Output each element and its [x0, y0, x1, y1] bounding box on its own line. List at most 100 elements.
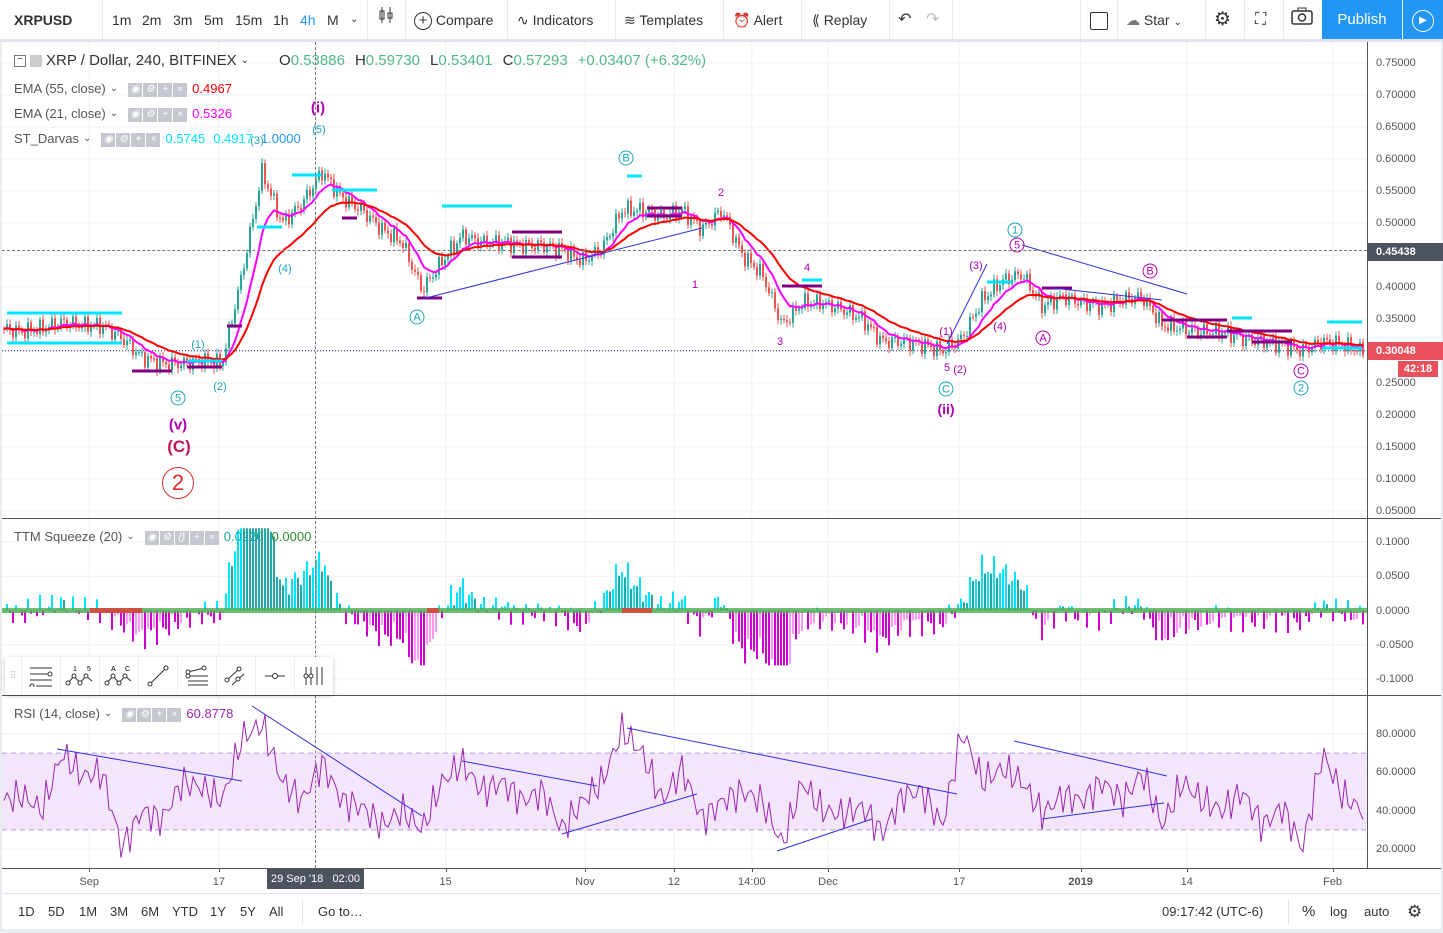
scale-settings-gear-icon[interactable]: ⚙	[1407, 894, 1422, 930]
wave-label[interactable]: (i)	[311, 100, 325, 117]
gear-icon[interactable]: ⚙	[143, 108, 158, 122]
parallel-channel-tool-icon[interactable]	[216, 657, 255, 695]
auto-toggle[interactable]: auto	[1364, 894, 1389, 930]
plus-icon[interactable]: +	[189, 531, 204, 545]
study-name[interactable]: EMA (21, close)	[14, 106, 106, 121]
range-1M[interactable]: 1M	[79, 894, 97, 930]
wave-label[interactable]: 4	[804, 262, 810, 274]
range-3M[interactable]: 3M	[110, 894, 128, 930]
range-YTD[interactable]: YTD	[172, 894, 198, 930]
interval-4h[interactable]: 4h	[300, 0, 316, 39]
range-5Y[interactable]: 5Y	[240, 894, 256, 930]
study-ttm[interactable]: TTM Squeeze (20) ⌄ ◉ ⚙{} + × 0.0220 0.0000	[14, 528, 311, 545]
close-icon[interactable]: ×	[173, 83, 188, 97]
wave-label[interactable]: (2)	[213, 381, 226, 393]
gear-icon[interactable]: ⚙	[143, 83, 158, 97]
plus-icon[interactable]: +	[152, 708, 167, 722]
eye-icon[interactable]: ◉	[122, 708, 137, 722]
horizontal-lines-tool-icon[interactable]	[21, 657, 60, 695]
study-ema55[interactable]: EMA (55, close) ⌄ ◉ ⚙ + × 0.4967	[14, 80, 232, 97]
interval-1h[interactable]: 1h	[273, 0, 289, 39]
elliott-correction-tool-icon[interactable]: AC	[99, 657, 138, 695]
close-icon[interactable]: ×	[204, 531, 219, 545]
wave-label[interactable]: (1)	[191, 339, 204, 351]
interval-chevron-down-icon[interactable]: ⌄	[350, 0, 358, 39]
rsi-axis[interactable]: 80.0000 60.0000 40.0000 20.0000	[1367, 696, 1443, 868]
study-name[interactable]: ST_Darvas	[14, 131, 79, 146]
plus-icon[interactable]: +	[158, 108, 173, 122]
range-All[interactable]: All	[269, 894, 283, 930]
wave-label[interactable]: (v)	[169, 417, 187, 434]
interval-3m[interactable]: 3m	[173, 0, 192, 39]
horizontal-ray-tool-icon[interactable]	[255, 657, 294, 695]
study-name[interactable]: TTM Squeeze (20)	[14, 529, 122, 544]
eye-icon[interactable]: ◉	[144, 531, 159, 545]
collapse-icon[interactable]: −	[14, 54, 26, 67]
wave-label[interactable]: 2	[1293, 380, 1309, 396]
plus-icon[interactable]: +	[158, 83, 173, 97]
interval-15m[interactable]: 15m	[235, 0, 262, 39]
chart-area[interactable]: (i) (5) (3) (4) (1) (2) 5 (v) (C) 2 A B 2 1 4 3 5 (2) C (ii…	[2, 42, 1443, 893]
wave-label[interactable]: (1)	[939, 326, 952, 338]
vertical-lines-tool-icon[interactable]	[294, 657, 333, 695]
settings-gear-icon[interactable]: ⚙	[1214, 0, 1231, 39]
fullscreen-icon[interactable]: ⛶	[1255, 0, 1266, 39]
wave-label[interactable]: A	[1035, 330, 1051, 346]
eye-icon[interactable]: ◉	[128, 83, 143, 97]
goto-button[interactable]: Go to…	[318, 894, 363, 930]
wave-label[interactable]: C	[1293, 363, 1309, 379]
wave-label[interactable]: 3	[777, 336, 783, 348]
star-button[interactable]: ☁ Star ⌄	[1126, 0, 1182, 39]
drag-handle-icon[interactable]: ⠿	[5, 657, 21, 695]
study-darvas[interactable]: ST_Darvas ⌄ ◉ ⚙ + × 0.5745 0.4917 1.0000	[14, 130, 301, 147]
wave-label[interactable]: 2	[162, 467, 194, 499]
eye-icon[interactable]: ◉	[101, 133, 116, 147]
range-1Y[interactable]: 1Y	[210, 894, 226, 930]
pitchfork-tool-icon[interactable]	[177, 657, 216, 695]
undo-icon[interactable]: ↶	[898, 0, 911, 39]
gear-icon[interactable]: ⚙	[116, 133, 131, 147]
wave-label[interactable]: C	[938, 381, 954, 397]
wave-label[interactable]: B	[1142, 263, 1158, 279]
compare-button[interactable]: + Compare	[414, 0, 493, 39]
time-axis[interactable]: Sep 17 15 Nov 12 14:00 Dec 17 2019 14 Feb	[2, 868, 1367, 893]
range-5D[interactable]: 5D	[48, 894, 65, 930]
clock-timezone[interactable]: 09:17:42 (UTC-6)	[1162, 894, 1263, 930]
range-6M[interactable]: 6M	[141, 894, 159, 930]
ttm-axis[interactable]: 0.1000 0.0500 0.0000 -0.0500 -0.1000	[1367, 519, 1443, 695]
price-axis[interactable]: 0.75000 0.70000 0.65000 0.60000 0.55000 0.500…	[1367, 42, 1443, 518]
wave-label[interactable]: 1	[692, 279, 698, 291]
symbol-title[interactable]: XRP / Dollar, 240, BITFINEX	[46, 52, 237, 69]
interval-5m[interactable]: 5m	[204, 0, 223, 39]
percent-toggle[interactable]: %	[1302, 894, 1315, 930]
camera-icon[interactable]	[1291, 0, 1313, 39]
wave-label[interactable]: 2	[718, 187, 724, 199]
eye-icon[interactable]: ◉	[128, 108, 143, 122]
alert-button[interactable]: ⏰ Alert	[733, 0, 782, 39]
redo-icon[interactable]: ↷	[926, 0, 939, 39]
layout-square-icon[interactable]	[1090, 0, 1108, 39]
elliott-impulse-tool-icon[interactable]: 15	[60, 657, 99, 695]
interval-2m[interactable]: 2m	[142, 0, 161, 39]
gear-icon[interactable]: ⚙	[159, 531, 174, 545]
wave-label[interactable]: A	[409, 309, 425, 325]
source-code-icon[interactable]: {}	[174, 531, 189, 545]
wave-label[interactable]: (2)	[953, 364, 966, 376]
wave-label[interactable]: 5	[944, 362, 950, 374]
replay-button[interactable]: ⟪ Replay	[812, 0, 867, 39]
wave-label[interactable]: 1	[1007, 222, 1023, 238]
range-1D[interactable]: 1D	[18, 894, 35, 930]
plus-icon[interactable]: +	[131, 133, 146, 147]
candles-icon[interactable]	[377, 0, 395, 39]
wave-label[interactable]: (C)	[167, 437, 191, 457]
wave-label[interactable]: (3)	[969, 260, 982, 272]
close-icon[interactable]: ×	[167, 708, 182, 722]
study-ema21[interactable]: EMA (21, close) ⌄ ◉ ⚙ + × 0.5326	[14, 105, 232, 122]
wave-label[interactable]: (4)	[278, 263, 291, 275]
wave-label[interactable]: (4)	[993, 321, 1006, 333]
templates-button[interactable]: ≋ Templates	[624, 0, 703, 39]
interval-1m[interactable]: 1m	[112, 0, 131, 39]
close-icon[interactable]: ×	[146, 133, 161, 147]
gear-icon[interactable]: ⚙	[137, 708, 152, 722]
wave-label[interactable]: B	[618, 150, 634, 166]
